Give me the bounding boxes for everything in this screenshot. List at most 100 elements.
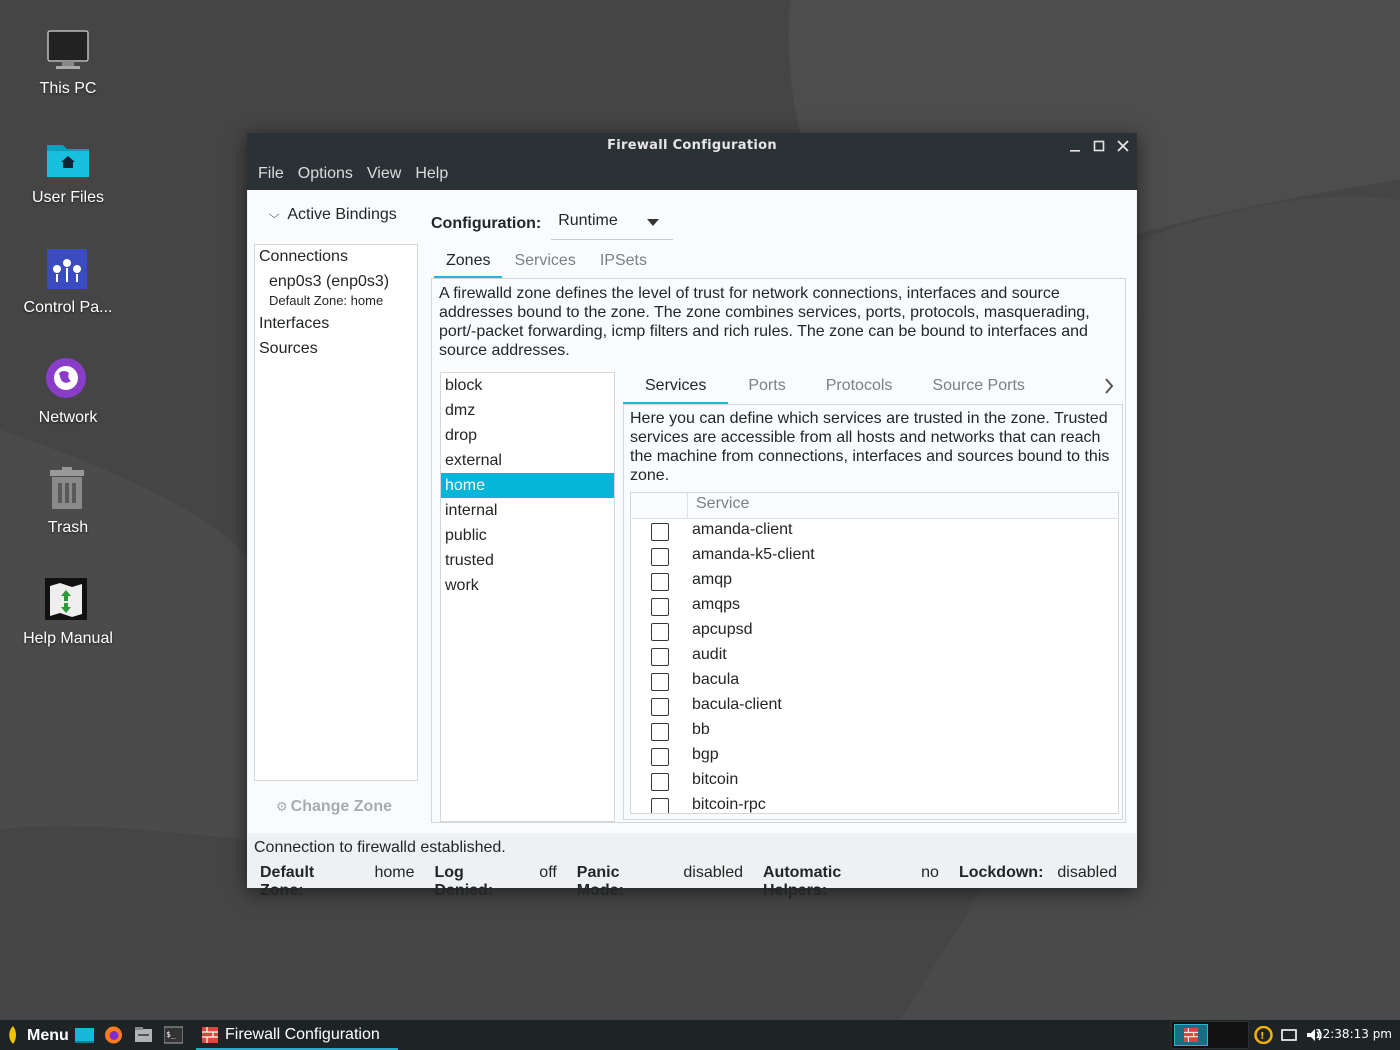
- workspace-1[interactable]: [1174, 1024, 1208, 1046]
- zone-item-public[interactable]: public: [441, 523, 614, 548]
- taskbar-item-firewall[interactable]: Firewall Configuration: [196, 1020, 398, 1050]
- desktop-icon-this-pc[interactable]: This PC: [8, 28, 128, 98]
- desktop-icon-network[interactable]: Network: [8, 357, 128, 427]
- map-icon: [45, 578, 91, 624]
- status-message: Connection to firewalld established.: [254, 839, 506, 856]
- table-row: bitcoin-rpc: [631, 794, 1118, 813]
- desktop-icon-help-manual[interactable]: Help Manual: [8, 578, 128, 648]
- zone-item-home[interactable]: home: [441, 473, 614, 498]
- table-row: amqp: [631, 569, 1118, 594]
- tab-services[interactable]: Services: [502, 248, 587, 278]
- configuration-label: Configuration:: [431, 215, 542, 232]
- desktop-icon-trash[interactable]: Trash: [8, 467, 128, 537]
- menu-view[interactable]: View: [360, 159, 408, 190]
- table-row: amanda-client: [631, 519, 1118, 544]
- table-row: bitcoin: [631, 769, 1118, 794]
- service-checkbox[interactable]: [651, 598, 669, 616]
- menu-options[interactable]: Options: [291, 159, 360, 190]
- table-row: amanda-k5-client: [631, 544, 1118, 569]
- table-row: bgp: [631, 744, 1118, 769]
- zone-item-drop[interactable]: drop: [441, 423, 614, 448]
- service-column-header[interactable]: Service: [696, 495, 749, 513]
- terminal-icon[interactable]: $_: [164, 1026, 183, 1044]
- bindings-sources[interactable]: Sources: [259, 340, 318, 358]
- service-name: bitcoin-rpc: [692, 796, 766, 813]
- maximize-button[interactable]: [1087, 133, 1111, 159]
- tab-zones[interactable]: Zones: [434, 248, 503, 278]
- lockdown-value: disabled: [1057, 864, 1117, 881]
- zone-tab-protocols[interactable]: Protocols: [806, 371, 913, 404]
- table-row: bb: [631, 719, 1118, 744]
- active-bindings-toggle[interactable]: ⌵ Active Bindings: [269, 206, 397, 224]
- show-desktop-icon[interactable]: [75, 1026, 94, 1044]
- panic-mode-value: disabled: [683, 864, 743, 881]
- zone-item-external[interactable]: external: [441, 448, 614, 473]
- service-checkbox[interactable]: [651, 748, 669, 766]
- log-denied-value: off: [539, 864, 557, 881]
- service-name: amanda-client: [692, 521, 793, 538]
- service-name: bb: [692, 721, 710, 738]
- service-checkbox[interactable]: [651, 698, 669, 716]
- update-manager-icon[interactable]: !: [1254, 1026, 1273, 1044]
- start-menu-button[interactable]: Menu: [6, 1020, 69, 1050]
- desktop-icon-label: This PC: [39, 80, 97, 97]
- maximize-icon: [1093, 140, 1105, 152]
- window-titlebar[interactable]: Firewall Configuration: [247, 133, 1137, 159]
- zones-panel: A firewalld zone defines the level of tr…: [431, 278, 1126, 823]
- firefox-icon[interactable]: [104, 1026, 123, 1044]
- bindings-connection-zone: Default Zone: home: [269, 293, 384, 308]
- monitor-icon: [45, 28, 91, 74]
- zone-item-work[interactable]: work: [441, 573, 614, 598]
- zone-item-internal[interactable]: internal: [441, 498, 614, 523]
- table-row: bacula-client: [631, 694, 1118, 719]
- service-name: apcupsd: [692, 621, 753, 638]
- chevron-right-icon[interactable]: [1103, 375, 1115, 403]
- zone-tab-services[interactable]: Services: [623, 371, 729, 404]
- service-checkbox[interactable]: [651, 573, 669, 591]
- configuration-value: Runtime: [558, 212, 618, 229]
- desktop-icon-user-files[interactable]: User Files: [8, 137, 128, 207]
- service-checkbox[interactable]: [651, 773, 669, 791]
- menu-logo-icon: [9, 1026, 16, 1044]
- minimize-icon: [1070, 150, 1080, 152]
- svg-text:$_: $_: [166, 1030, 176, 1039]
- service-name: amqp: [692, 571, 733, 588]
- bindings-connections[interactable]: Connections: [259, 248, 348, 266]
- change-zone-button[interactable]: ⚙ Change Zone: [276, 798, 392, 816]
- service-checkbox[interactable]: [651, 548, 669, 566]
- service-checkbox[interactable]: [651, 648, 669, 666]
- configuration-select[interactable]: Runtime: [551, 208, 674, 240]
- dropdown-arrow-icon: [647, 219, 660, 226]
- service-checkbox[interactable]: [651, 798, 669, 813]
- workspace-switcher[interactable]: [1171, 1021, 1249, 1049]
- desktop-icon-label: Trash: [47, 519, 89, 536]
- minimize-button[interactable]: [1063, 133, 1087, 159]
- svg-text:!: !: [1260, 1031, 1265, 1042]
- zone-list: block dmz drop external home internal pu…: [440, 372, 615, 822]
- service-checkbox[interactable]: [651, 523, 669, 541]
- zone-item-block[interactable]: block: [441, 373, 614, 398]
- display-icon[interactable]: [1280, 1026, 1299, 1044]
- menu-file[interactable]: File: [251, 159, 291, 190]
- close-button[interactable]: [1111, 133, 1135, 159]
- service-checkbox[interactable]: [651, 623, 669, 641]
- zone-item-trusted[interactable]: trusted: [441, 548, 614, 573]
- menu-help[interactable]: Help: [408, 159, 455, 190]
- zone-tab-ports[interactable]: Ports: [728, 371, 805, 404]
- bindings-connection-enp0s3[interactable]: enp0s3 (enp0s3): [269, 273, 389, 291]
- clock[interactable]: 12:38:13 pm: [1315, 1020, 1392, 1049]
- tab-ipsets[interactable]: IPSets: [588, 248, 659, 278]
- lockdown-label: Lockdown:: [958, 864, 1044, 881]
- bindings-interfaces[interactable]: Interfaces: [259, 315, 329, 333]
- log-denied-label: Log Denied:: [434, 864, 494, 899]
- service-checkbox[interactable]: [651, 723, 669, 741]
- service-checkbox[interactable]: [651, 673, 669, 691]
- zone-item-dmz[interactable]: dmz: [441, 398, 614, 423]
- desktop-icon-control-panel[interactable]: Control Pa...: [8, 247, 128, 317]
- file-manager-icon[interactable]: [134, 1026, 153, 1044]
- start-menu-label: Menu: [27, 1026, 69, 1044]
- zone-tab-source-ports[interactable]: Source Ports: [912, 371, 1044, 404]
- window-body: ⌵ Active Bindings Connections enp0s3 (en…: [247, 190, 1137, 899]
- table-row: bacula: [631, 669, 1118, 694]
- firewall-icon: [202, 1027, 218, 1043]
